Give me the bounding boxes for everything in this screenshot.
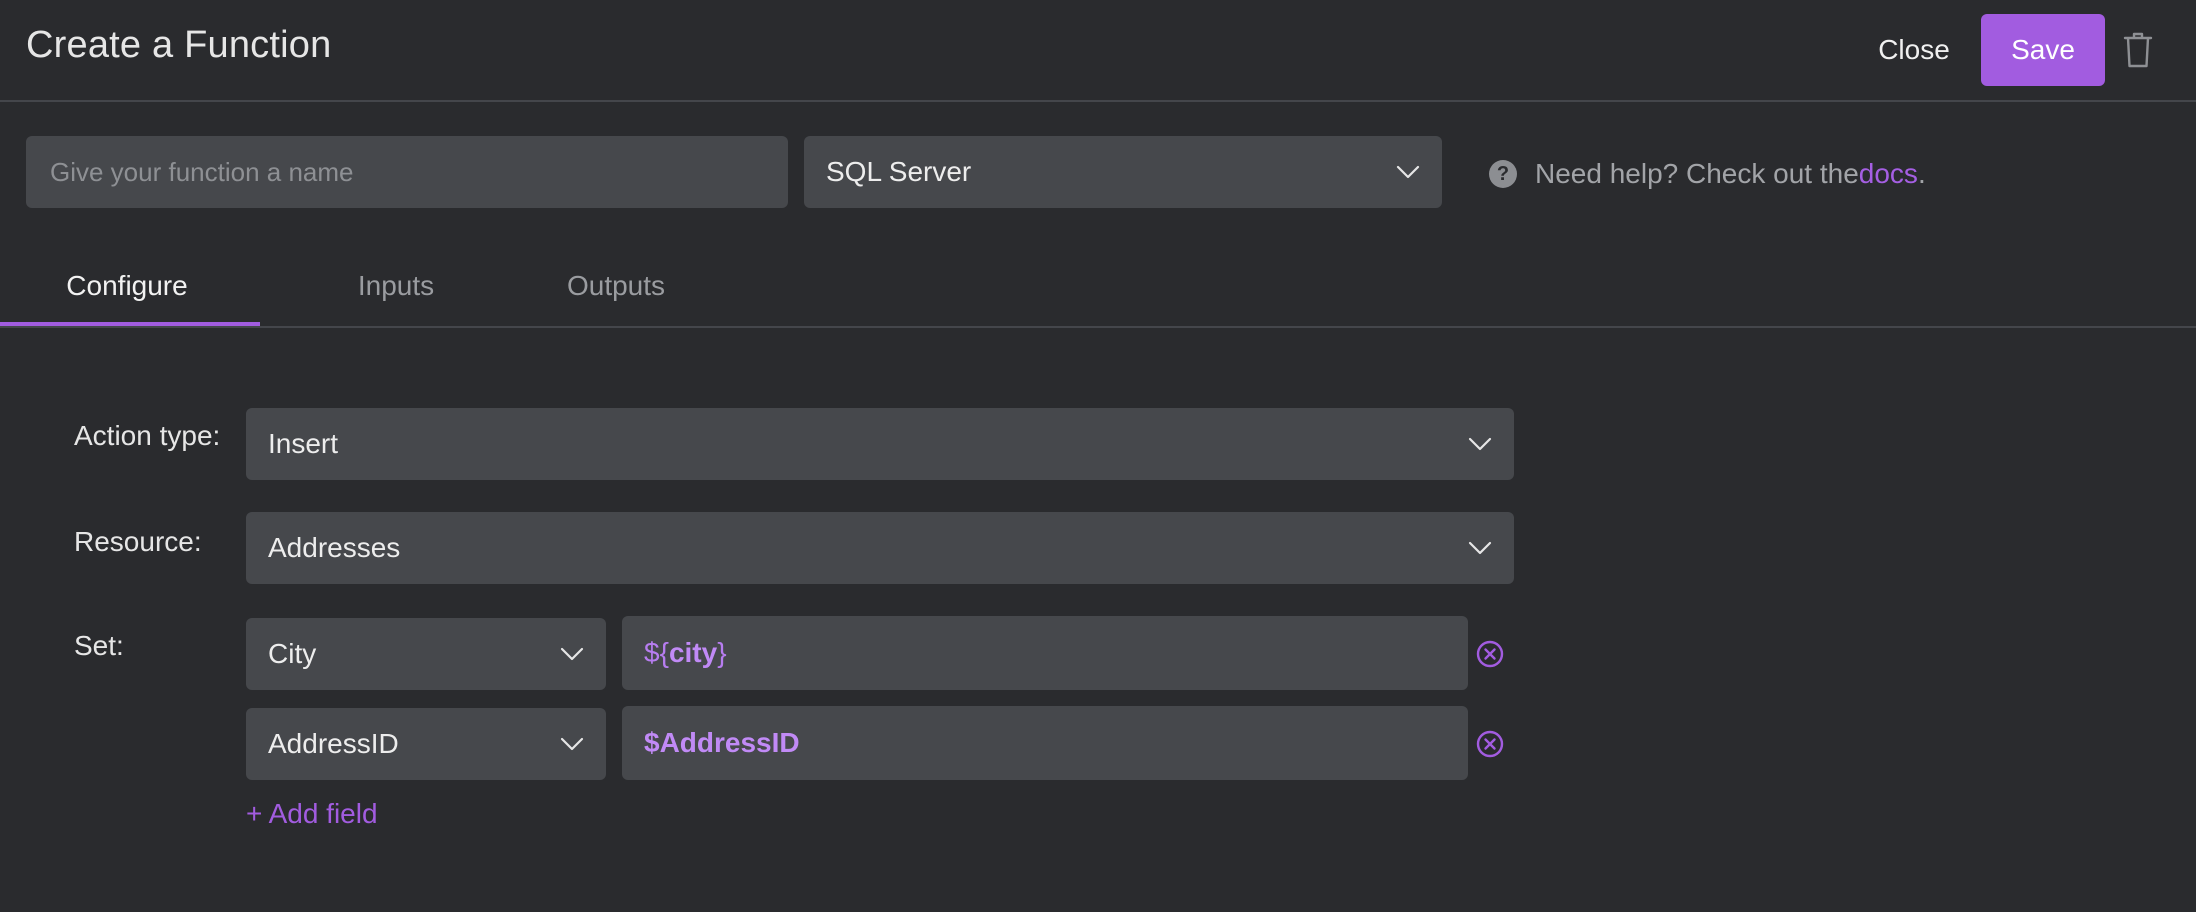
resource-select[interactable]: Addresses [246, 512, 1514, 584]
set-field-value: City [268, 638, 317, 669]
set-value-suffix: } [717, 637, 727, 668]
function-name-input[interactable] [26, 136, 788, 208]
active-tab-indicator [0, 322, 260, 326]
header-bar: Create a Function Close Save [0, 0, 2196, 102]
resource-value: Addresses [268, 532, 401, 563]
tab-inputs[interactable]: Inputs [330, 246, 462, 326]
set-value-prefix: ${ [644, 637, 669, 668]
remove-circle-icon[interactable] [1476, 640, 1504, 668]
set-field-select-addressid[interactable]: AddressID [246, 708, 606, 780]
chevron-down-icon [1468, 437, 1492, 451]
set-field-value: AddressID [268, 728, 399, 759]
set-value-variable: $AddressID [644, 727, 800, 758]
action-type-select[interactable]: Insert [246, 408, 1514, 480]
set-value-input-addressid[interactable]: $AddressID [622, 706, 1468, 780]
set-value-variable: city [668, 637, 718, 668]
docs-link[interactable]: docs [1859, 158, 1918, 190]
save-button[interactable]: Save [1981, 14, 2105, 86]
page-title: Create a Function [26, 24, 332, 66]
chevron-down-icon [560, 647, 584, 661]
tab-bar: Configure Inputs Outputs [0, 246, 2196, 328]
close-button[interactable]: Close [1862, 14, 1966, 86]
resource-label: Resource: [74, 526, 202, 557]
question-circle-icon: ? [1489, 160, 1517, 188]
chevron-down-icon [560, 737, 584, 751]
set-value-input-city[interactable]: ${city} [622, 616, 1468, 690]
help-text-suffix: . [1917, 158, 1926, 189]
trash-icon[interactable] [2122, 31, 2154, 69]
datasource-select-value: SQL Server [826, 156, 972, 187]
tab-outputs[interactable]: Outputs [548, 246, 684, 326]
datasource-select[interactable]: SQL Server [804, 136, 1442, 208]
action-type-value: Insert [268, 428, 339, 459]
set-label: Set: [74, 630, 124, 661]
remove-circle-icon[interactable] [1476, 730, 1504, 758]
action-type-label: Action type: [74, 420, 221, 451]
add-field-button[interactable]: + Add field [246, 798, 378, 830]
tab-configure[interactable]: Configure [0, 246, 254, 326]
help-text-prefix: Need help? Check out the [1535, 158, 1859, 189]
set-field-select-city[interactable]: City [246, 618, 606, 690]
help-text: ? Need help? Check out the docs. [1489, 156, 1926, 192]
chevron-down-icon [1468, 541, 1492, 555]
chevron-down-icon [1396, 165, 1420, 179]
